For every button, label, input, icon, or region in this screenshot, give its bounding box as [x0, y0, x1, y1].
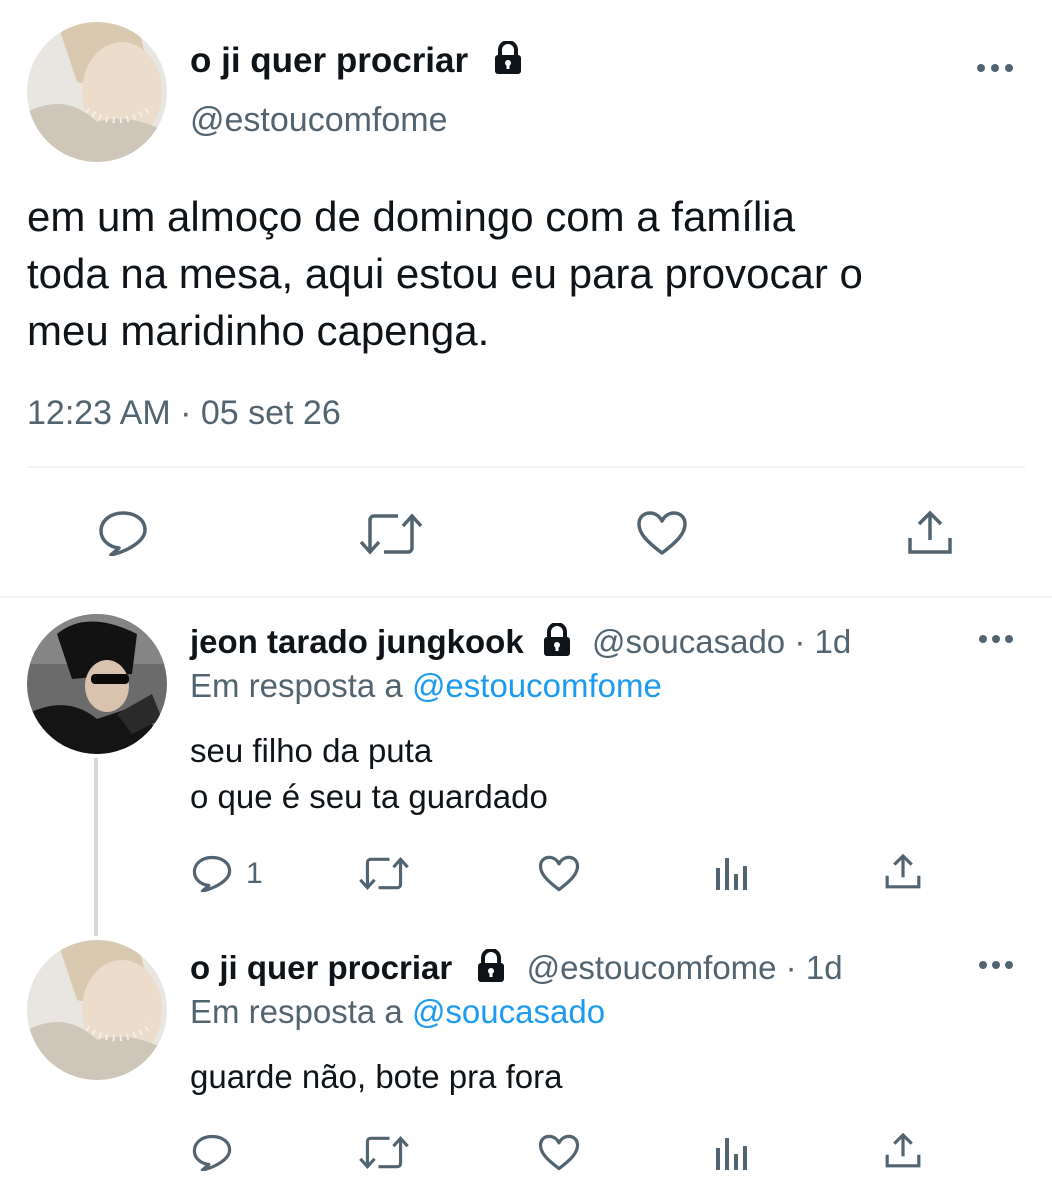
replying-to: Em resposta a @estoucomfome — [190, 667, 662, 704]
analytics-icon[interactable] — [714, 1136, 750, 1172]
like-icon[interactable] — [538, 1134, 580, 1171]
reply-icon[interactable] — [192, 855, 232, 892]
replying-to: Em resposta a @soucasado — [190, 993, 606, 1030]
reply-count: 1 — [246, 857, 263, 890]
avatar[interactable] — [27, 22, 167, 162]
reply-icon[interactable] — [192, 1134, 232, 1171]
thread-line — [94, 758, 98, 936]
reply-header: o ji quer procriar @estoucomfome · 1d — [190, 947, 843, 992]
share-icon[interactable] — [884, 1131, 922, 1169]
section-divider — [0, 596, 1052, 598]
more-icon[interactable] — [978, 960, 1014, 970]
share-icon[interactable] — [884, 852, 922, 890]
lock-icon — [475, 947, 507, 992]
lock-icon — [541, 621, 573, 666]
retweet-icon[interactable] — [358, 856, 410, 891]
tweet-text: guarde não, bote pra fora — [190, 1058, 563, 1095]
mention-link[interactable]: @soucasado — [412, 993, 605, 1030]
retweet-icon[interactable] — [358, 512, 424, 556]
display-name[interactable]: o ji quer procriar — [190, 41, 468, 80]
retweet-icon[interactable] — [358, 1135, 410, 1170]
mention-link[interactable]: @estoucomfome — [412, 667, 662, 704]
tweet-text: em um almoço de domingo com a família to… — [27, 193, 863, 354]
timestamp[interactable]: 12:23 AM · 05 set 26 — [27, 392, 341, 434]
handle-time[interactable]: @estoucomfome · 1d — [527, 949, 843, 986]
tweet-text: seu filho da puta o que é seu ta guardad… — [190, 732, 548, 815]
more-icon[interactable] — [978, 634, 1014, 644]
reply-icon[interactable] — [98, 510, 148, 556]
like-icon[interactable] — [636, 510, 688, 556]
handle-time[interactable]: @soucasado · 1d — [592, 623, 851, 660]
display-name[interactable]: jeon tarado jungkook — [190, 623, 524, 660]
avatar[interactable] — [27, 940, 167, 1080]
more-icon[interactable] — [976, 63, 1014, 73]
divider — [27, 466, 1025, 468]
reply-header: jeon tarado jungkook @soucasado · 1d — [190, 621, 851, 666]
avatar[interactable] — [27, 614, 167, 754]
handle[interactable]: @estoucomfome — [190, 100, 448, 140]
display-name[interactable]: o ji quer procriar — [190, 949, 452, 986]
share-icon[interactable] — [906, 508, 954, 556]
analytics-icon[interactable] — [714, 856, 750, 892]
lock-icon — [492, 39, 524, 85]
like-icon[interactable] — [538, 855, 580, 892]
